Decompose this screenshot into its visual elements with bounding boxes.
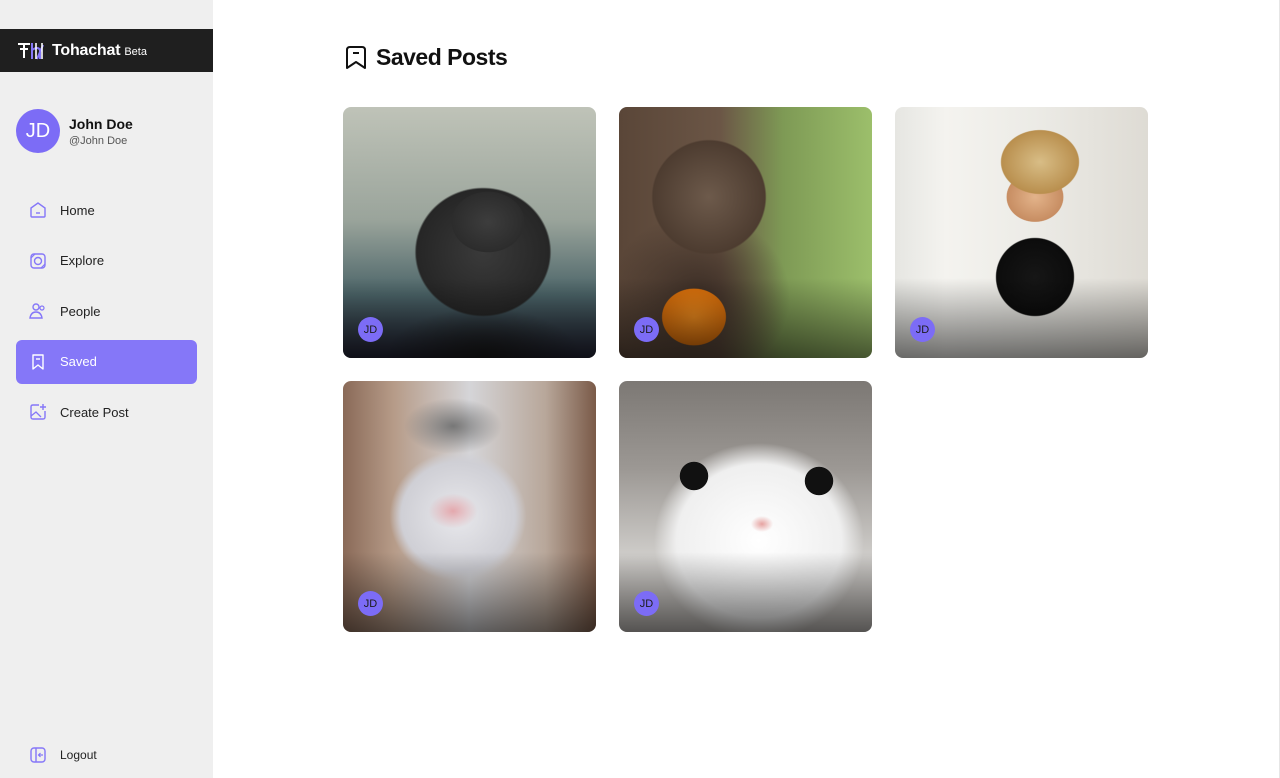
user-handle: @John Doe <box>69 134 128 147</box>
tohachat-logo-icon <box>18 42 44 59</box>
user-name: John Doe <box>69 115 133 132</box>
sidebar-item-label: Explore <box>60 253 105 268</box>
sidebar-item-saved[interactable]: Saved <box>16 339 197 384</box>
sidebar-item-explore[interactable]: Explore <box>16 239 197 283</box>
post-card[interactable]: JD <box>343 381 596 632</box>
saved-posts-grid: JD JD JD JD JD <box>343 107 1149 632</box>
author-avatar[interactable]: JD <box>358 317 383 342</box>
user-profile[interactable]: JD John Doe @John Doe <box>16 109 133 153</box>
post-card[interactable]: JD <box>619 381 872 632</box>
image-add-icon <box>28 402 48 422</box>
sidebar-item-label: Home <box>60 202 95 218</box>
avatar: JD <box>16 109 60 153</box>
logout-icon <box>28 745 48 765</box>
sidebar-item-home[interactable]: Home <box>16 188 197 232</box>
app-root: Tohachat Beta JD John Doe @John Doe Home <box>0 0 1280 778</box>
page-header: Saved Posts <box>344 44 508 71</box>
post-card[interactable]: JD <box>343 107 596 358</box>
author-avatar[interactable]: JD <box>910 317 935 342</box>
sidebar: Tohachat Beta JD John Doe @John Doe Home <box>0 0 213 778</box>
bookmark-icon <box>28 352 48 372</box>
author-avatar[interactable]: JD <box>634 317 659 342</box>
image-gradient-overlay <box>619 278 872 358</box>
sidebar-nav: Home Explore People Saved Create Post <box>16 188 197 441</box>
page-title: Saved Posts <box>376 44 508 70</box>
sidebar-item-people[interactable]: People <box>16 289 197 333</box>
image-gradient-overlay <box>619 552 872 632</box>
image-gradient-overlay <box>895 278 1148 358</box>
post-card[interactable]: JD <box>619 107 872 358</box>
brand-name: Tohachat <box>52 41 121 59</box>
sidebar-item-label: Create Post <box>60 404 129 420</box>
sidebar-item-create-post[interactable]: Create Post <box>16 390 197 434</box>
author-avatar[interactable]: JD <box>634 591 659 616</box>
logout-label: Logout <box>60 748 97 762</box>
beta-badge: Beta <box>124 46 147 58</box>
logout-button[interactable]: Logout <box>16 736 197 774</box>
profile-text: John Doe @John Doe <box>69 116 133 147</box>
bookmark-icon <box>346 45 366 69</box>
post-card[interactable]: JD <box>895 107 1148 358</box>
brand-bar[interactable]: Tohachat Beta <box>0 29 213 72</box>
home-icon <box>28 200 48 220</box>
author-avatar[interactable]: JD <box>358 591 383 616</box>
people-icon <box>28 301 48 321</box>
sidebar-item-label: People <box>60 303 101 319</box>
sidebar-item-label: Saved <box>60 354 97 369</box>
main-content: Saved Posts JD JD JD JD JD <box>213 0 1280 778</box>
image-gradient-overlay <box>343 552 596 632</box>
explore-icon <box>28 251 48 271</box>
image-gradient-overlay <box>343 278 596 358</box>
